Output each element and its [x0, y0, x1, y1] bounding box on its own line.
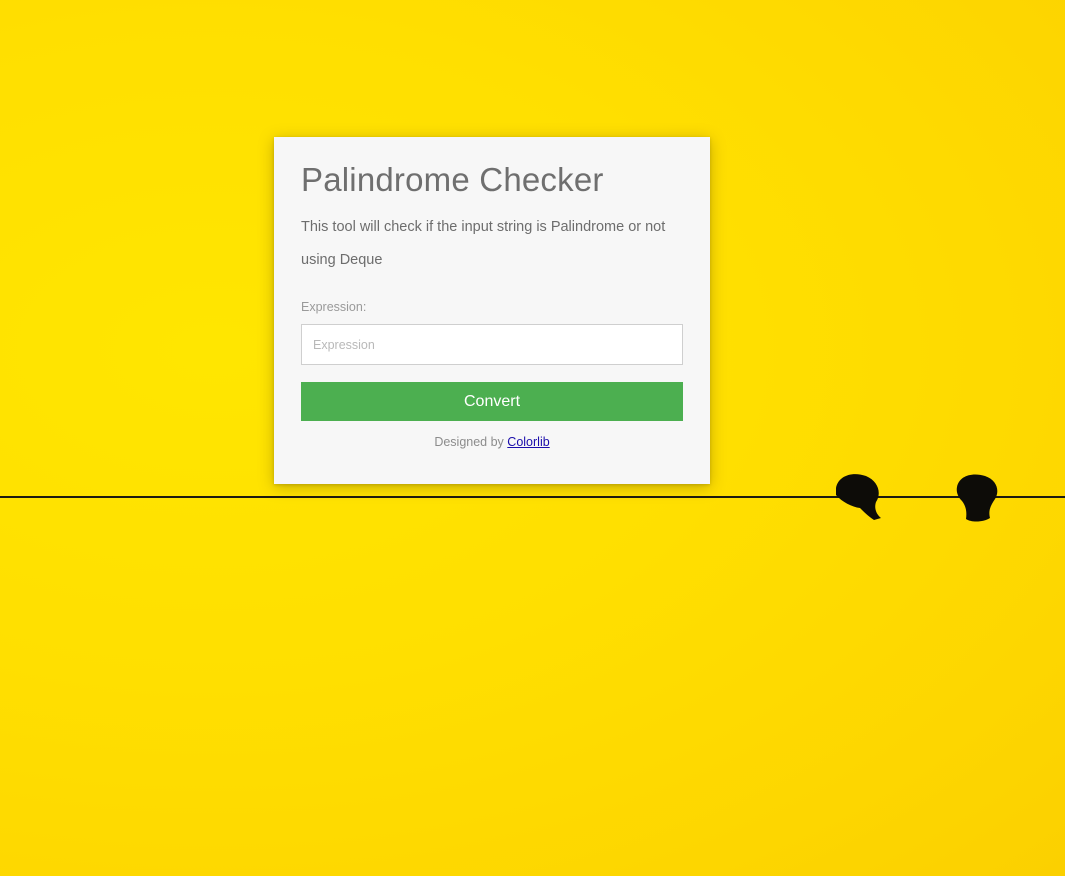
expression-label: Expression: — [301, 300, 367, 314]
convert-button[interactable]: Convert — [301, 382, 683, 421]
colorlib-link[interactable]: Colorlib — [507, 435, 549, 449]
page-title: Palindrome Checker — [301, 161, 604, 198]
footer-prefix: Designed by — [434, 435, 504, 449]
tool-description: This tool will check if the input string… — [301, 219, 666, 268]
expression-input[interactable] — [301, 324, 683, 365]
footer-credit: Designed by Colorlib — [301, 435, 683, 449]
power-line — [0, 496, 1065, 498]
bird-right-icon — [956, 474, 998, 522]
palindrome-checker-card: Palindrome Checker This tool will check … — [274, 137, 710, 484]
